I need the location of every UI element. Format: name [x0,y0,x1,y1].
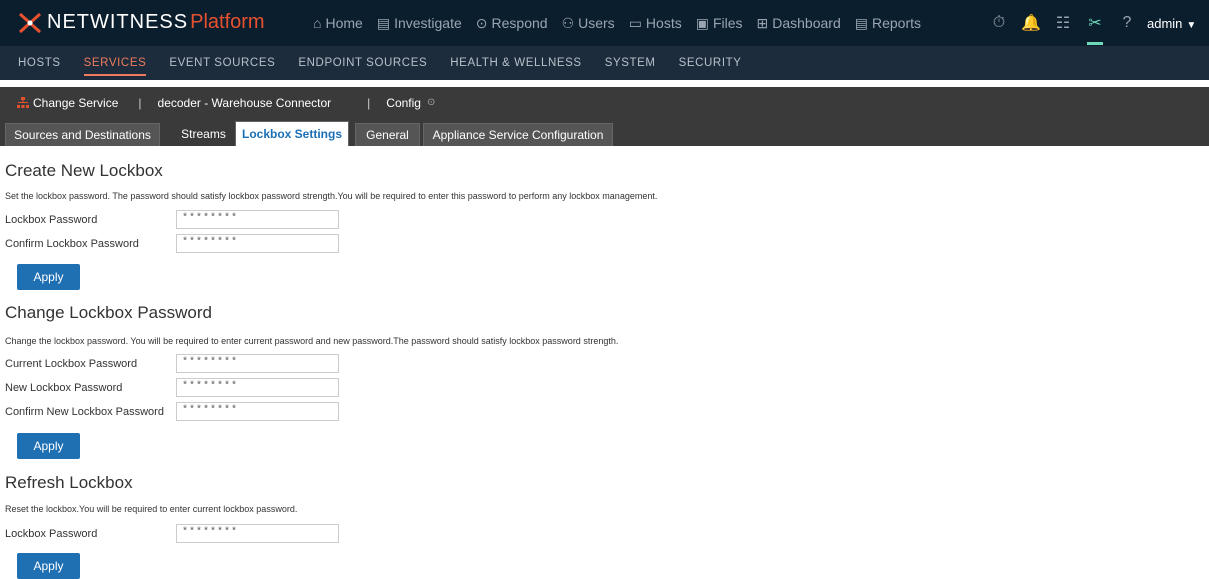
service-tree-icon [17,96,29,108]
refresh-lockbox-password-input[interactable]: ******** [176,524,339,543]
divider: | [367,95,371,110]
nav-hosts[interactable]: ▭ Hosts [629,15,682,32]
tab-lockbox-settings[interactable]: Lockbox Settings [235,121,349,146]
subnav-security[interactable]: SECURITY [679,46,742,80]
divider: | [138,95,142,110]
subnav-event-sources[interactable]: EVENT SOURCES [169,46,275,80]
config-tabs: Sources and Destinations Streams Lockbox… [0,118,1209,146]
netwitness-logo[interactable]: NETWITNESS Platform [18,11,265,34]
new-lockbox-password-label: New Lockbox Password [5,382,123,394]
tab-appliance-service-configuration[interactable]: Appliance Service Configuration [423,123,613,146]
change-service-button[interactable]: Change Service [17,96,118,110]
investigate-icon: ▤ [376,14,391,31]
brand-platform: Platform [190,11,265,33]
tab-streams[interactable]: Streams [178,123,229,146]
nav-investigate[interactable]: ▤ Investigate [377,15,462,32]
users-icon: ⚇ [561,14,575,31]
service-name: decoder - Warehouse Connector [157,95,332,110]
subnav-hosts[interactable]: HOSTS [18,46,61,80]
change-lockbox-password-title: Change Lockbox Password [5,303,212,322]
nav-files[interactable]: ▣ Files [696,15,743,32]
create-apply-button[interactable]: Apply [17,264,80,290]
lockbox-password-label: Lockbox Password [5,214,98,226]
nav-label: Respond [491,15,548,31]
hosts-icon: ▭ [628,14,642,31]
refresh-apply-button[interactable]: Apply [17,553,80,579]
nav-respond[interactable]: ⊙ Respond [476,15,548,32]
create-lockbox-description: Set the lockbox password. The password s… [5,191,658,201]
respond-icon: ⊙ [475,14,488,31]
help-icon[interactable]: ? [1111,14,1143,32]
main-nav: ⌂ Home ▤ Investigate ⊙ Respond ⚇ Users ▭ Host… [313,0,935,46]
user-menu[interactable]: admin ▼ [1147,16,1196,31]
timer-icon[interactable]: ⏱ [983,14,1015,32]
refresh-lockbox-title: Refresh Lockbox [5,473,133,492]
nav-label: Home [325,15,363,31]
brand-name: NETWITNESS [47,11,189,33]
nav-users[interactable]: ⚇ Users [562,15,615,32]
lockbox-password-input[interactable]: ******** [176,210,339,229]
subnav-system[interactable]: SYSTEM [605,46,656,80]
nav-label: Files [712,15,743,31]
tab-general[interactable]: General [355,123,420,146]
current-lockbox-password-label: Current Lockbox Password [5,358,138,370]
top-bar: NETWITNESS Platform ⌂ Home ▤ Investigate ⊙… [0,0,1209,46]
subnav-health-wellness[interactable]: HEALTH & WELLNESS [450,46,581,80]
config-label: Config [386,95,421,110]
nav-label: Hosts [645,15,682,31]
notes-icon[interactable]: ☷ [1047,13,1079,33]
confirm-lockbox-password-label: Confirm Lockbox Password [5,238,139,250]
nav-home[interactable]: ⌂ Home [313,15,363,31]
change-lockbox-description: Change the lockbox password. You will be… [5,336,619,346]
refresh-lockbox-password-label: Lockbox Password [5,528,98,540]
new-lockbox-password-input[interactable]: ******** [176,378,339,397]
subnav-services[interactable]: SERVICES [83,46,147,80]
nav-label: Reports [871,15,922,31]
user-name: admin [1147,15,1183,31]
nav-label: Dashboard [772,15,841,31]
chevron-down-icon: ▼ [1186,19,1197,31]
toolbar-icons: ⏱ 🔔 ☷ ✂ ? admin ▼ [983,0,1196,46]
confirm-lockbox-password-input[interactable]: ******** [176,234,339,253]
change-apply-button[interactable]: Apply [17,433,80,459]
refresh-lockbox-description: Reset the lockbox.You will be required t… [5,504,298,514]
config-dropdown[interactable]: Config ⊙ [386,96,435,110]
nav-label: Investigate [394,15,462,31]
admin-tools-icon[interactable]: ✂ [1079,13,1111,45]
nav-label: Users [578,15,615,31]
change-service-label: Change Service [33,95,119,110]
service-bar: Change Service | decoder - Warehouse Con… [0,87,1209,118]
admin-subnav: HOSTS SERVICES EVENT SOURCES ENDPOINT SO… [0,46,1209,80]
nav-reports[interactable]: ▤ Reports [855,15,921,32]
reports-icon: ▤ [854,14,868,31]
chevron-down-icon: ⊙ [426,97,436,108]
current-lockbox-password-input[interactable]: ******** [176,354,339,373]
confirm-new-lockbox-password-label: Confirm New Lockbox Password [5,406,164,418]
subnav-endpoint-sources[interactable]: ENDPOINT SOURCES [298,46,427,80]
dashboard-icon: ⊞ [756,14,769,31]
netwitness-logo-icon [18,12,42,33]
bell-icon[interactable]: 🔔 [1015,13,1047,33]
tab-sources-destinations[interactable]: Sources and Destinations [5,123,160,146]
home-icon: ⌂ [313,15,322,31]
nav-dashboard[interactable]: ⊞ Dashboard [757,15,841,32]
files-icon: ▣ [695,14,709,31]
create-lockbox-title: Create New Lockbox [5,161,163,180]
confirm-new-lockbox-password-input[interactable]: ******** [176,402,339,421]
